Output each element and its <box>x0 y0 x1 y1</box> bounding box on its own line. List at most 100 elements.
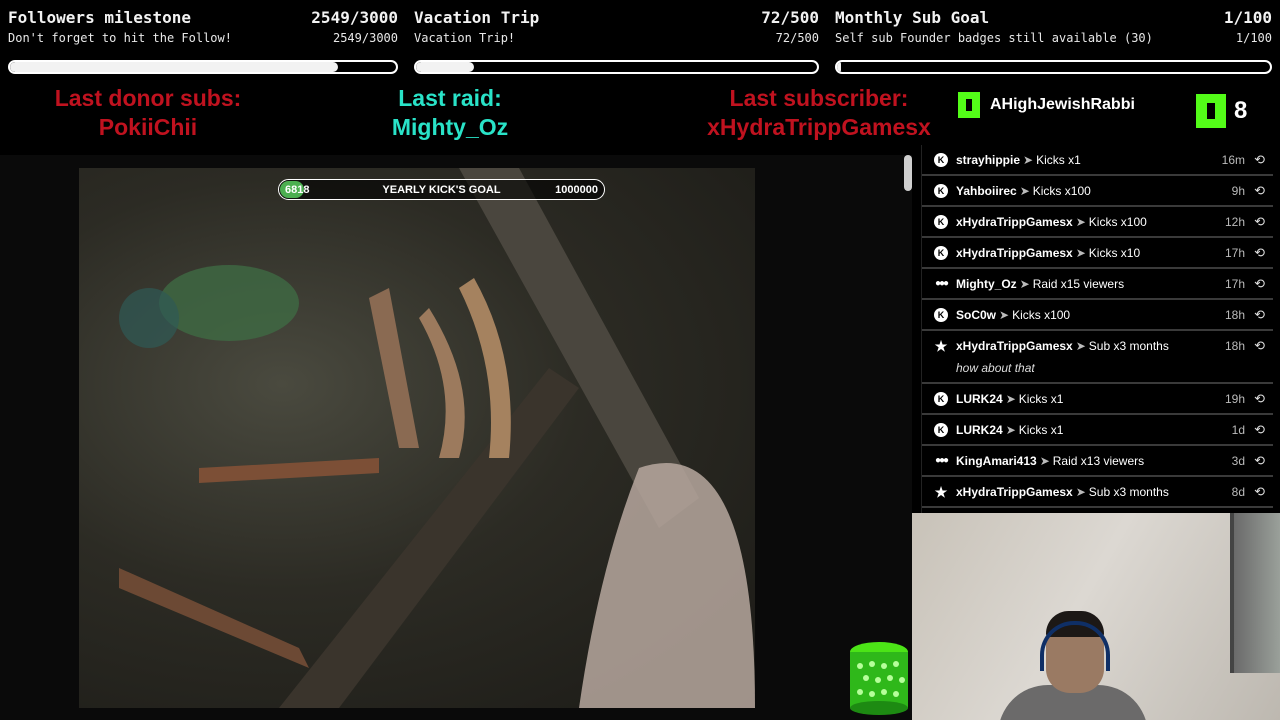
kick-icon: K <box>934 308 948 322</box>
feed-action: Kicks x1 <box>1018 392 1064 406</box>
last-raid-label: Last raid: <box>398 85 502 111</box>
feed-item: ★ xHydraTrippGamesx ➤ Sub x3 months 8d ⟲ <box>922 477 1273 508</box>
activity-feed: K strayhippie ➤ Kicks x1 16m ⟲ K Yahboiire… <box>921 145 1273 513</box>
feed-item: ★ xHydraTrippGamesx ➤ Sub x3 months 18h ⟲ … <box>922 331 1273 384</box>
feed-action: Kicks x100 <box>1012 308 1071 322</box>
arrow-icon: ➤ <box>999 308 1010 322</box>
replay-icon[interactable]: ⟲ <box>1254 307 1265 323</box>
yearly-kick-goal-bar: 6818 YEARLY KICK'S GOAL 1000000 <box>278 179 605 200</box>
kick-icon: K <box>934 423 948 437</box>
feed-time: 1d <box>1231 423 1245 437</box>
last-raid: Last raid: Mighty_Oz <box>370 84 530 142</box>
raid-icon: ●●● <box>934 278 949 289</box>
feed-item: K xHydraTrippGamesx ➤ Kicks x10 17h ⟲ <box>922 238 1273 269</box>
kick-bucket-icon <box>850 642 908 715</box>
feed-item: K xHydraTrippGamesx ➤ Kicks x100 12h ⟲ <box>922 207 1273 238</box>
feed-item: ●●● Mighty_Oz ➤ Raid x15 viewers 17h ⟲ <box>922 269 1273 300</box>
feed-user: KingAmari413 <box>956 454 1037 468</box>
feed-action: Kicks x10 <box>1088 246 1141 260</box>
goal-progress-fill <box>10 62 339 72</box>
arrow-icon: ➤ <box>1075 215 1086 229</box>
replay-icon[interactable]: ⟲ <box>1254 391 1265 407</box>
replay-icon[interactable]: ⟲ <box>1254 422 1265 438</box>
goal-monthly-sub: Monthly Sub Goal 1/100 Self sub Founder b… <box>827 0 1280 82</box>
kick-icon: K <box>934 215 948 229</box>
raid-icon: ●●● <box>934 455 949 466</box>
goal-progress-bar <box>414 60 819 74</box>
arrow-icon: ➤ <box>1019 277 1030 291</box>
feed-item: ●●● KingAmari413 ➤ Raid x13 viewers 3d ⟲ <box>922 446 1273 477</box>
feed-user: LURK24 <box>956 423 1003 437</box>
replay-icon[interactable]: ⟲ <box>1254 183 1265 199</box>
replay-icon[interactable]: ⟲ <box>1254 152 1265 168</box>
feed-action: Kicks x100 <box>1088 215 1147 229</box>
goal-progress-text-secondary: 1/100 <box>1235 31 1272 45</box>
feed-item: K LURK24 ➤ Kicks x1 1d ⟲ <box>922 415 1273 446</box>
arrow-icon: ➤ <box>1023 153 1034 167</box>
feed-user: strayhippie <box>956 153 1021 167</box>
feed-user: xHydraTrippGamesx <box>956 246 1073 260</box>
feed-user: SoC0w <box>956 308 997 322</box>
feed-time: 19h <box>1224 392 1245 406</box>
kick-top-user: AHighJewishRabbi <box>958 92 1135 118</box>
feed-item: K Yahboiirec ➤ Kicks x100 9h ⟲ <box>922 176 1273 207</box>
goal-vacation: Vacation Trip 72/500 Vacation Trip! 72/500 <box>406 0 827 82</box>
goal-progress-text: 72/500 <box>761 8 819 27</box>
goal-subtitle: Self sub Founder badges still available … <box>835 31 1153 45</box>
feed-action: Sub x3 months <box>1088 339 1169 353</box>
feed-time: 8d <box>1231 485 1245 499</box>
star-icon: ★ <box>934 484 948 500</box>
arrow-icon: ➤ <box>1005 392 1016 406</box>
feed-user: xHydraTrippGamesx <box>956 485 1073 499</box>
feed-user: xHydraTrippGamesx <box>956 215 1073 229</box>
goal-followers: Followers milestone 2549/3000 Don't forge… <box>0 0 406 82</box>
goal-progress-text-secondary: 72/500 <box>775 31 819 45</box>
kick-goal-target: 1000000 <box>555 184 598 196</box>
goal-title: Vacation Trip <box>414 8 540 27</box>
feed-time: 18h <box>1224 339 1245 353</box>
arrow-icon: ➤ <box>1005 423 1016 437</box>
feed-time: 3d <box>1231 454 1245 468</box>
last-donor-label: Last donor subs: <box>54 85 242 111</box>
feed-scrollbar[interactable] <box>904 155 912 191</box>
feed-time: 17h <box>1224 246 1245 260</box>
replay-icon[interactable]: ⟲ <box>1254 484 1265 500</box>
feed-action: Sub x3 months <box>1088 485 1169 499</box>
goal-progress-bar <box>835 60 1272 74</box>
replay-icon[interactable]: ⟲ <box>1254 276 1265 292</box>
goal-progress-text-secondary: 2549/3000 <box>332 31 398 45</box>
webcam-window <box>1230 513 1280 673</box>
last-subscriber: Last subscriber: xHydraTrippGamesx <box>688 84 950 142</box>
feed-action: Kicks x1 <box>1036 153 1081 167</box>
feed-item: K SoC0w ➤ Kicks x100 18h ⟲ <box>922 300 1273 331</box>
star-icon: ★ <box>934 338 948 354</box>
last-donor-subs: Last donor subs: PokiiChii <box>40 84 256 142</box>
feed-action: Kicks x1 <box>1018 423 1064 437</box>
feed-time: 9h <box>1231 184 1245 198</box>
feed-user: xHydraTrippGamesx <box>956 339 1073 353</box>
arrow-icon: ➤ <box>1075 339 1086 353</box>
goal-progress-text: 1/100 <box>1223 8 1272 27</box>
replay-icon[interactable]: ⟲ <box>1254 214 1265 230</box>
replay-icon[interactable]: ⟲ <box>1254 245 1265 261</box>
feed-time: 16m <box>1221 153 1245 167</box>
replay-icon[interactable]: ⟲ <box>1254 338 1265 354</box>
kick-count-value: 8 <box>1234 97 1248 124</box>
arrow-icon: ➤ <box>1039 454 1050 468</box>
feed-user: Mighty_Oz <box>956 277 1017 291</box>
feed-user: LURK24 <box>956 392 1003 406</box>
kick-icon: K <box>934 153 948 167</box>
replay-icon[interactable]: ⟲ <box>1254 453 1265 469</box>
kick-count: 8 <box>1196 94 1247 128</box>
arrow-icon: ➤ <box>1075 485 1086 499</box>
kick-icon: K <box>934 392 948 406</box>
kick-logo-icon <box>958 92 980 118</box>
last-subscriber-label: Last subscriber: <box>729 85 909 111</box>
goal-progress-bar <box>8 60 398 74</box>
goal-progress-text: 2549/3000 <box>311 8 398 27</box>
feed-action: Kicks x100 <box>1032 184 1091 198</box>
feed-action: Raid x15 viewers <box>1032 277 1125 291</box>
goal-title: Monthly Sub Goal <box>835 8 990 27</box>
goal-progress-fill <box>416 62 474 72</box>
feed-item: K LURK24 ➤ Kicks x1 19h ⟲ <box>922 384 1273 415</box>
